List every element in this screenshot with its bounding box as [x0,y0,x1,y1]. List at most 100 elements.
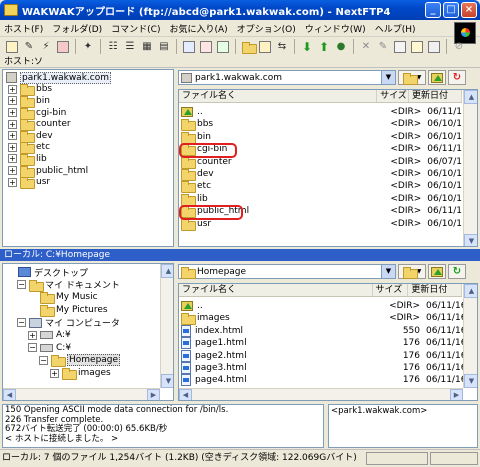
local-tree-vscroll[interactable]: ▲ ▼ [160,264,173,388]
col-size-header[interactable]: サイズ [377,90,410,102]
tree-item[interactable]: My Music [6,291,120,305]
stop-icon[interactable]: ⊘ [451,39,467,55]
local-up-button[interactable] [428,264,446,279]
file-row[interactable]: bin <DIR> 06/10/1 [179,131,462,144]
sync-icon[interactable]: ⇆ [274,39,290,55]
menu-options[interactable]: オプション(O) [237,22,296,35]
scroll-right-icon[interactable]: ▶ [147,389,160,400]
view-file-icon[interactable] [409,39,425,55]
col-date-header[interactable]: 更新日付 [408,284,462,296]
menu-host[interactable]: ホスト(F) [4,22,43,35]
col-date-header[interactable]: 更新日付 [409,90,462,102]
file-row[interactable]: etc <DIR> 06/10/1 [179,180,462,194]
chevron-down-icon[interactable]: ▼ [381,71,395,84]
tree-item[interactable]: + dev [6,130,111,143]
expand-icon[interactable]: + [28,330,37,340]
expand-icon[interactable]: − [17,280,26,290]
expand-icon[interactable]: + [8,96,17,106]
tree-item[interactable]: + bbs [6,84,111,97]
open-folder-icon[interactable] [240,39,257,55]
tree-item[interactable]: + etc [6,142,111,155]
download-arrow-icon[interactable]: ⬇ [299,39,315,55]
remote-vscroll[interactable]: ▲ ▼ [463,90,477,246]
expand-icon[interactable]: + [8,166,17,176]
file-row[interactable]: page3.html 176 06/11/16 1 [179,362,475,374]
tree-item[interactable]: − マイ ドキュメント [6,279,120,292]
detail-view-icon[interactable]: ☰ [122,39,138,55]
minimize-button[interactable]: _ [425,2,441,18]
tree-item[interactable]: − マイ コンピュータ [6,316,120,329]
expand-icon[interactable]: + [50,368,59,378]
menu-folder[interactable]: フォルダ(D) [52,22,102,35]
properties-icon[interactable] [392,39,408,55]
edit-file-icon[interactable] [426,39,442,55]
scroll-down-icon[interactable]: ▼ [464,374,477,388]
local-address-combo[interactable]: Homepage ▼ [178,264,396,279]
file-row[interactable]: bbs <DIR> 06/10/1 [179,118,462,132]
col-name-header[interactable]: ファイル名く [179,90,378,102]
expand-icon[interactable]: + [8,108,17,118]
rename-icon[interactable]: ✎ [375,39,391,55]
tree-item[interactable]: − C:¥ [6,342,120,355]
tree-item[interactable]: My Pictures [6,304,120,318]
local-tree-hscroll[interactable]: ◀ ▶ [3,388,160,400]
filter-icon[interactable]: ▤ [156,39,172,55]
expand-icon[interactable]: + [8,177,17,187]
upload-arrow-icon[interactable]: ⬆ [316,39,332,55]
delete-icon[interactable]: ✕ [358,39,374,55]
expand-icon[interactable]: + [8,131,17,141]
scroll-right-icon[interactable]: ▶ [450,389,463,400]
file-row[interactable]: .. <DIR> 06/11/1 [179,106,462,118]
menu-help[interactable]: ヘルプ(H) [375,22,416,35]
tree-item[interactable]: + bin [6,95,111,108]
settings-icon[interactable]: ✦ [80,39,96,55]
chevron-down-icon[interactable]: ▼ [381,265,395,278]
tree-item[interactable]: + public_html [6,165,111,178]
remote-address-combo[interactable]: park1.wakwak.com ▼ [178,70,396,85]
file-row[interactable]: page2.html 176 06/11/16 1 [179,349,475,362]
local-hscroll[interactable]: ◀ ▶ [179,388,463,400]
scroll-down-icon[interactable]: ▼ [161,374,173,388]
tree-item[interactable]: − Homepage [6,354,121,368]
expand-icon[interactable]: + [8,119,17,129]
menu-favorites[interactable]: お気に入り(A) [169,22,227,35]
remote-refresh-button[interactable]: ↻ [448,70,466,85]
local-refresh-button[interactable]: ↻ [448,264,466,279]
file-row[interactable]: page4.html 176 06/11/16 1 [179,374,475,387]
file-row[interactable]: page1.html 176 06/11/16 1 [179,337,475,350]
tree-root[interactable]: park1.wakwak.com [6,71,111,84]
scroll-up-icon[interactable]: ▲ [161,264,173,278]
expand-icon[interactable]: + [8,84,17,94]
local-folder-menu-button[interactable]: ▼ [398,264,426,279]
tree-item[interactable]: デスクトップ [6,266,120,279]
scroll-up-icon[interactable]: ▲ [464,90,477,104]
local-vscroll[interactable]: ▲ ▼ [463,284,477,388]
file-row[interactable]: lib <DIR> 06/10/1 [179,193,462,206]
list-view-icon[interactable]: ☷ [105,39,121,55]
maximize-button[interactable]: □ [443,2,459,18]
new-folder-icon[interactable] [257,39,273,55]
col-size-header[interactable]: サイズ [373,284,409,296]
file-row[interactable]: .. <DIR> 06/11/16 1 [179,300,475,312]
binary-mode-icon[interactable] [198,39,214,55]
close-button[interactable]: × [461,2,477,18]
tree-item[interactable]: + usr [6,176,111,190]
quick-connect-icon[interactable]: ⚡ [38,39,54,55]
expand-icon[interactable]: + [8,142,17,152]
scroll-left-icon[interactable]: ◀ [3,389,16,400]
expand-icon[interactable]: + [8,154,17,164]
remote-folder-menu-button[interactable]: ▼ [398,70,426,85]
file-row[interactable]: index.html 550 06/11/16 1 [179,324,475,337]
tree-item[interactable]: + images [6,367,120,381]
connect-icon[interactable] [4,39,20,55]
tree-item[interactable]: + A:¥ [6,329,120,342]
tree-item[interactable]: + counter [6,118,111,132]
file-row[interactable]: dev <DIR> 06/10/1 [179,168,462,181]
file-row[interactable]: images <DIR> 06/11/16 1 [179,312,475,326]
remote-up-button[interactable] [428,70,446,85]
web-icon[interactable]: ● [333,39,349,55]
scroll-up-icon[interactable]: ▲ [464,284,477,298]
auto-mode-icon[interactable] [215,39,231,55]
scroll-down-icon[interactable]: ▼ [464,234,477,246]
expand-icon[interactable]: − [39,355,48,365]
